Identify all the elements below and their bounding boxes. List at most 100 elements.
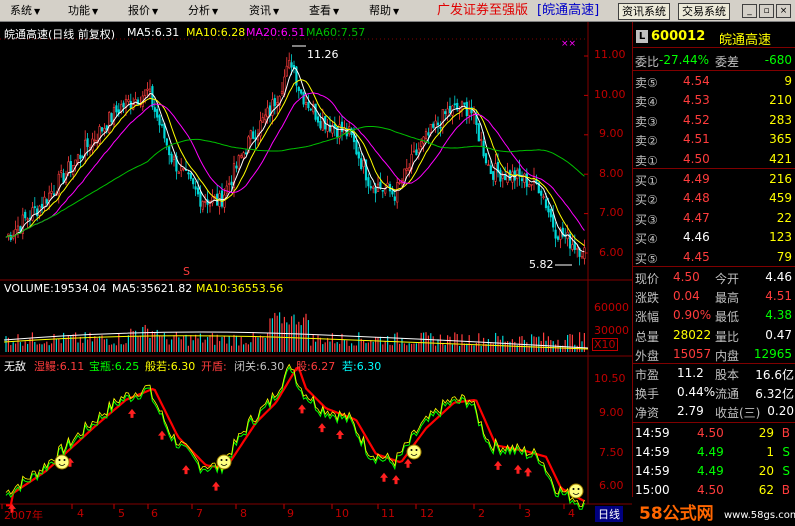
stat-value: 0.90%	[673, 308, 712, 323]
fin-row: 换手 0.44% 流通 6.32亿	[633, 383, 795, 402]
stat-row: 涨跌 0.04 最高 4.51	[633, 287, 795, 306]
candle-body	[307, 101, 310, 109]
tick-time: 15:00	[635, 483, 670, 497]
buy-arrow-icon	[318, 423, 326, 433]
price-tick: 10.00	[594, 88, 626, 101]
candle-body	[391, 190, 394, 195]
menu-news[interactable]: 资讯 ▼	[249, 2, 279, 20]
candle-body	[583, 247, 586, 259]
candle-body	[439, 127, 442, 129]
candle-body	[45, 199, 48, 204]
indicator-item-6: 股:6.27	[296, 360, 336, 373]
menu-help[interactable]: 帮助 ▼	[369, 2, 399, 20]
menu-help-label: 帮助	[369, 4, 391, 17]
chart-canvas[interactable]	[0, 22, 632, 526]
chevron-down-icon: ▼	[34, 7, 41, 16]
candle-body	[79, 154, 82, 159]
stat-row: 外盘 15057 内盘 12965	[633, 345, 795, 364]
fin-row: 市盈 11.2 股本 16.6亿	[633, 364, 795, 383]
candle-body	[463, 102, 466, 105]
smiley-eye	[220, 459, 223, 461]
candle-body	[458, 109, 461, 112]
sell-volume: 421	[769, 151, 792, 166]
candle-body	[453, 103, 456, 106]
minimize-icon[interactable]: _	[742, 4, 757, 18]
candle-body	[36, 208, 39, 217]
buy-arrow-icon	[128, 408, 136, 418]
candle-body	[468, 109, 471, 116]
smiley-eye	[63, 459, 66, 461]
menu-system[interactable]: 系统 ▼	[10, 2, 40, 20]
buy-price: 4.49	[683, 172, 710, 186]
candle-body	[276, 102, 279, 105]
candle-body	[86, 138, 89, 147]
trade-system-button[interactable]: 交易系统	[678, 3, 730, 20]
candle-body	[187, 172, 190, 175]
candle-body	[444, 111, 447, 115]
period-tab-daily[interactable]: 日线	[595, 506, 623, 522]
tick-price: 4.50	[697, 426, 724, 440]
menu-quote-label: 报价	[128, 4, 150, 17]
candle-body	[523, 173, 526, 183]
fin-value: 0.20	[767, 404, 794, 419]
menu-view[interactable]: 查看 ▼	[309, 2, 339, 20]
candle-body	[424, 131, 428, 139]
menu-view-label: 查看	[309, 4, 331, 17]
candle-body	[244, 152, 248, 155]
candle-body	[40, 203, 44, 209]
kline-chart[interactable]: 皖通高速(日线 前复权) MA5:6.31 MA10:6.28 MA20:6.5…	[0, 22, 632, 526]
stock-code: 600012	[651, 29, 706, 44]
menu-function[interactable]: 功能 ▼	[68, 2, 98, 20]
stat-label: 内盘	[715, 348, 740, 363]
tick-price: 4.49	[697, 445, 724, 459]
menu-quote[interactable]: 报价 ▼	[128, 2, 158, 20]
candle-body	[508, 170, 512, 181]
sell-price: 4.51	[683, 132, 710, 147]
candle-body	[398, 182, 401, 184]
sell-row: 卖③ 4.52 283	[633, 111, 795, 130]
candle-body	[436, 122, 440, 126]
candle-body	[477, 123, 480, 142]
date-tick: 8	[240, 507, 247, 520]
buy-label: 买④	[635, 232, 658, 247]
candle-body	[360, 158, 363, 170]
ma20-label: MA20:6.51	[246, 26, 306, 39]
buy-price: 4.45	[683, 249, 710, 264]
tick-side: S	[782, 464, 790, 478]
high-price-label: 11.26	[307, 48, 339, 61]
smiley-icon	[406, 444, 422, 460]
candle-body	[50, 191, 53, 194]
menu-analysis[interactable]: 分析 ▼	[188, 2, 218, 20]
fin-label: 净资	[635, 406, 660, 421]
sell-label: 卖④	[635, 95, 658, 110]
maximize-icon[interactable]: ▫	[759, 4, 774, 18]
price-tick: 11.00	[594, 48, 626, 61]
smiley-icon	[568, 483, 584, 499]
vol-ma10-label: MA10:36553.56	[196, 282, 284, 295]
fin-label: 收益(三)	[715, 406, 761, 421]
candle-body	[480, 139, 483, 141]
candle-body	[302, 92, 305, 105]
candle-body	[544, 199, 548, 209]
indicator-tick: 7.50	[599, 446, 624, 459]
candle-body	[266, 107, 269, 118]
candle-body	[204, 201, 207, 203]
tick-row: 14:59 4.50 29 B	[633, 424, 795, 443]
stat-row: 总量 28022 量比 0.47	[633, 326, 795, 345]
info-system-button[interactable]: 资讯系统	[618, 3, 670, 20]
candle-body	[201, 201, 204, 210]
sell-volume: 210	[769, 93, 792, 108]
chart-title: 皖通高速(日线 前复权)	[4, 28, 116, 41]
indicator-item-4: 开盾:	[201, 360, 227, 373]
close-icon[interactable]: ×	[776, 4, 791, 18]
candle-body	[571, 244, 574, 250]
chevron-down-icon: ▼	[393, 7, 400, 16]
ma10-label: MA10:6.28	[186, 26, 246, 39]
buy-label: 买①	[635, 174, 658, 188]
candle-body	[499, 169, 502, 182]
fin-label: 换手	[635, 387, 660, 402]
tick-time: 14:59	[635, 426, 670, 440]
stat-value: 28022	[673, 327, 712, 342]
candle-body	[422, 136, 425, 144]
tick-volume: 1	[766, 445, 774, 459]
